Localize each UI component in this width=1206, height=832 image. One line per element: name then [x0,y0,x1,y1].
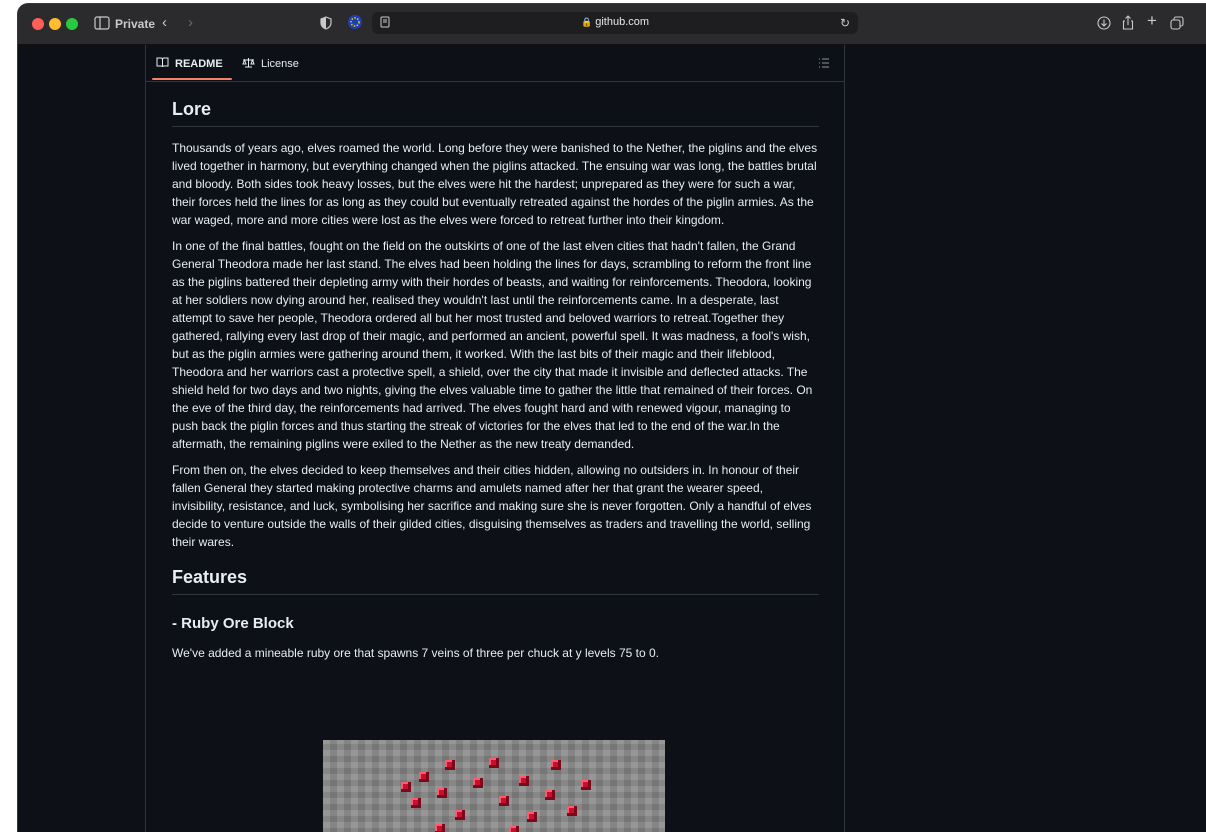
lore-paragraph-2: In one of the final battles, fought on t… [172,239,813,451]
close-window-button[interactable] [32,18,44,30]
sidebar-toggle-icon[interactable] [94,16,110,33]
ruby-gem-pixel [473,778,483,788]
browser-toolbar: Private ‹ › 🔒 github.com ↻ + [18,4,1206,45]
tab-license-label: License [261,58,299,70]
lore-heading: Lore [172,99,819,127]
share-icon[interactable] [1122,15,1134,33]
ruby-gem-pixel [455,810,465,820]
tab-readme-label: README [175,58,223,70]
ruby-gem-pixel [419,772,429,782]
ruby-gem-pixel [411,798,421,808]
features-heading: Features [172,567,819,595]
ruby-gem-pixel [527,812,537,822]
readme-content: Lore Thousands of years ago, elves roame… [172,99,819,662]
ruby-gem-pixel [551,760,561,770]
minimize-window-button[interactable] [49,18,61,30]
scale-icon [242,57,255,71]
ruby-gem-pixel [401,782,411,792]
readme-tabs: README License [146,45,844,82]
address-bar[interactable]: 🔒 github.com ↻ [372,12,858,34]
tab-overview-icon[interactable] [1170,16,1184,33]
ruby-gem-pixel [567,806,577,816]
downloads-icon[interactable] [1097,16,1111,33]
lock-icon: 🔒 [580,17,593,27]
ruby-ore-image [323,740,665,832]
new-tab-icon[interactable]: + [1147,12,1157,29]
extension-icon[interactable] [347,14,363,33]
url-text: 🔒 github.com [580,16,650,28]
ruby-gem-pixel [445,760,455,770]
tab-license[interactable]: License [242,57,299,71]
lore-paragraph-3: From then on, the elves decided to keep … [172,463,812,549]
ruby-gem-pixel [509,826,519,832]
ruby-gem-pixel [499,796,509,806]
tab-readme[interactable]: README [156,57,223,71]
ruby-ore-heading: - Ruby Ore Block [172,615,294,632]
private-label: Private [115,17,156,31]
lore-paragraph-1: Thousands of years ago, elves roamed the… [172,141,818,227]
active-tab-indicator [152,78,232,80]
ruby-gem-pixel [519,776,529,786]
forward-icon[interactable]: › [188,15,193,30]
back-icon[interactable]: ‹ [162,15,167,30]
ruby-gem-pixel [489,758,499,768]
readme-panel: README License Lore Thousands of years a… [145,45,845,832]
ruby-ore-description: We've added a mineable ruby ore that spa… [172,646,660,660]
ruby-gem-pixel [581,780,591,790]
ruby-gem-pixel [435,824,445,832]
reload-icon[interactable]: ↻ [840,16,850,30]
browser-window: Private ‹ › 🔒 github.com ↻ + README Lice… [18,4,1206,832]
zoom-window-button[interactable] [66,18,78,30]
privacy-shield-icon[interactable] [320,16,332,33]
ruby-gem-pixel [545,790,555,800]
outline-icon[interactable] [818,57,830,71]
book-icon [156,57,169,71]
ruby-gem-pixel [437,788,447,798]
page-left-margin [18,45,145,832]
